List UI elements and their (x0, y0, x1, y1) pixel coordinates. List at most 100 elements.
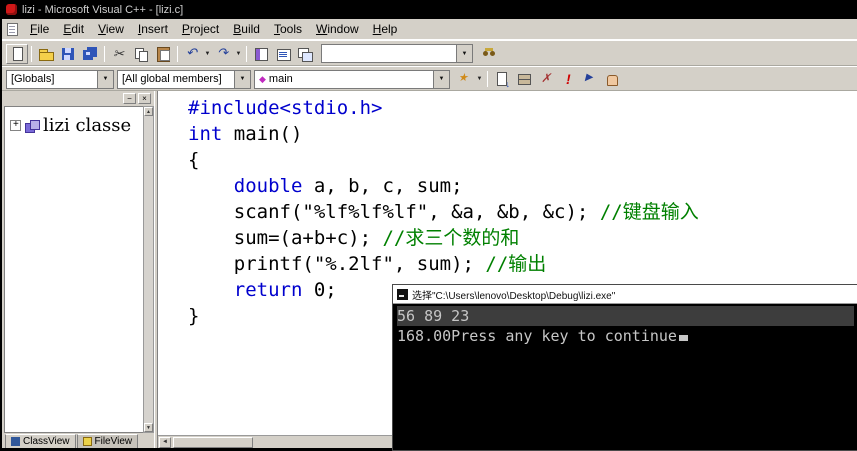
class-tree[interactable]: lizi classes (4, 106, 143, 433)
menu-insert[interactable]: Insert (131, 20, 175, 38)
wizard-actions-button[interactable] (453, 69, 475, 89)
console-output[interactable]: 56 89 23168.00Press any key to continue (393, 304, 857, 450)
code-line: int main() (188, 121, 857, 147)
function-combobox-value[interactable]: ◆main (255, 73, 433, 85)
tree-root-item[interactable]: lizi classes (5, 107, 143, 136)
execute-button[interactable] (557, 69, 579, 89)
function-combobox[interactable]: ◆main ▼ (254, 70, 450, 89)
menu-tools[interactable]: Tools (267, 20, 309, 38)
code-line: double a, b, c, sum; (188, 173, 857, 199)
output-icon (275, 46, 291, 62)
build-button[interactable] (513, 69, 535, 89)
undo-icon (184, 46, 200, 62)
scroll-down-icon[interactable]: ▼ (144, 423, 153, 432)
document-icon[interactable] (7, 23, 18, 36)
go-button[interactable] (579, 69, 601, 89)
console-window: 选择"C:\Users\lenovo\Desktop\Debug\lizi.ex… (392, 284, 857, 451)
menu-file[interactable]: File (23, 20, 56, 38)
new-file-icon (9, 46, 25, 62)
redo-icon (215, 46, 231, 62)
save-all-button[interactable] (79, 44, 101, 64)
find-in-files-button[interactable] (478, 44, 500, 64)
find-dropdown-arrow[interactable]: ▼ (456, 45, 472, 62)
new-file-button[interactable] (6, 44, 28, 64)
workspace-scrollbar[interactable]: ▲ ▼ (143, 106, 154, 433)
menu-project[interactable]: Project (175, 20, 226, 38)
stop-build-button[interactable] (535, 69, 557, 89)
menu-build[interactable]: Build (226, 20, 267, 38)
scroll-up-icon[interactable]: ▲ (144, 107, 153, 116)
app-window: lizi - Microsoft Visual C++ - [lizi.c] F… (0, 0, 857, 451)
window-title: lizi - Microsoft Visual C++ - [lizi.c] (22, 4, 183, 16)
save-all-icon (82, 46, 98, 62)
classview-icon (11, 437, 20, 446)
wizard-actions-dropdown-arrow[interactable]: ▼ (475, 76, 484, 82)
wizard-actions-icon (456, 71, 472, 87)
wizard-bar: [Globals] ▼ [All global members] ▼ ◆main… (2, 66, 857, 91)
save-button[interactable] (57, 44, 79, 64)
menu-help[interactable]: Help (366, 20, 405, 38)
undo-dropdown-arrow[interactable]: ▼ (203, 51, 212, 57)
code-line: { (188, 147, 857, 173)
menu-edit[interactable]: Edit (56, 20, 91, 38)
breakpoint-icon (604, 71, 620, 87)
code-line: #include<stdio.h> (188, 95, 857, 121)
console-line: 168.00Press any key to continue (397, 326, 854, 346)
tree-expand-icon[interactable] (10, 120, 21, 131)
tree-root-label[interactable]: lizi classes (43, 115, 131, 136)
menu-items: FileEditViewInsertProjectBuildToolsWindo… (23, 20, 404, 38)
redo-dropdown-arrow[interactable]: ▼ (234, 51, 243, 57)
copy-icon (133, 46, 149, 62)
scope-combobox[interactable]: [Globals] ▼ (6, 70, 114, 89)
build-icon (516, 71, 532, 87)
members-combobox-value[interactable]: [All global members] (118, 73, 234, 85)
members-combobox[interactable]: [All global members] ▼ (117, 70, 251, 89)
tab-label: ClassView (23, 436, 70, 447)
workspace-panel: lizi classes ▲ ▼ ClassView FileView (2, 91, 154, 451)
console-title-bar[interactable]: 选择"C:\Users\lenovo\Desktop\Debug\lizi.ex… (393, 285, 857, 304)
scroll-left-icon[interactable]: ◄ (159, 437, 171, 448)
members-dropdown-arrow[interactable]: ▼ (234, 71, 250, 88)
open-button[interactable] (35, 44, 57, 64)
workspace-button[interactable] (250, 44, 272, 64)
tab-label: FileView (95, 436, 133, 447)
redo-button[interactable] (212, 44, 234, 64)
function-dropdown-arrow[interactable]: ▼ (433, 71, 449, 88)
console-icon (397, 289, 408, 300)
title-bar[interactable]: lizi - Microsoft Visual C++ - [lizi.c] (2, 0, 857, 19)
scope-dropdown-arrow[interactable]: ▼ (97, 71, 113, 88)
breakpoint-button[interactable] (601, 69, 623, 89)
undo-button[interactable] (181, 44, 203, 64)
toolbar-separator (104, 46, 105, 62)
cut-button[interactable] (108, 44, 130, 64)
cut-icon (111, 46, 127, 62)
panel-close-button[interactable] (138, 93, 151, 104)
toolbar-separator (31, 46, 32, 62)
hscroll-thumb[interactable] (173, 437, 253, 448)
toolbar-separator (177, 46, 178, 62)
console-cursor (679, 335, 688, 341)
compile-icon (494, 71, 510, 87)
code-line: scanf("%lf%lf%lf", &a, &b, &c); //键盘输入 (188, 199, 857, 225)
output-button[interactable] (272, 44, 294, 64)
copy-button[interactable] (130, 44, 152, 64)
fileview-icon (83, 437, 92, 446)
window-list-icon (297, 46, 313, 62)
scope-combobox-value[interactable]: [Globals] (7, 73, 97, 85)
paste-button[interactable] (152, 44, 174, 64)
open-icon (38, 46, 54, 62)
menu-view[interactable]: View (91, 20, 131, 38)
classes-icon (25, 120, 39, 132)
menu-window[interactable]: Window (309, 20, 366, 38)
workspace-panel-header (2, 91, 154, 106)
code-line: printf("%.2lf", sum); //输出 (188, 251, 857, 277)
find-combobox[interactable]: ▼ (321, 44, 473, 63)
app-icon (6, 4, 17, 15)
toolbar-separator (246, 46, 247, 62)
window-list-button[interactable] (294, 44, 316, 64)
code-line: sum=(a+b+c); //求三个数的和 (188, 225, 857, 251)
compile-button[interactable] (491, 69, 513, 89)
find-in-files-icon (481, 46, 497, 62)
panel-dock-button[interactable] (123, 93, 136, 104)
standard-toolbar: ▼ ▼ ▼ (2, 40, 857, 66)
